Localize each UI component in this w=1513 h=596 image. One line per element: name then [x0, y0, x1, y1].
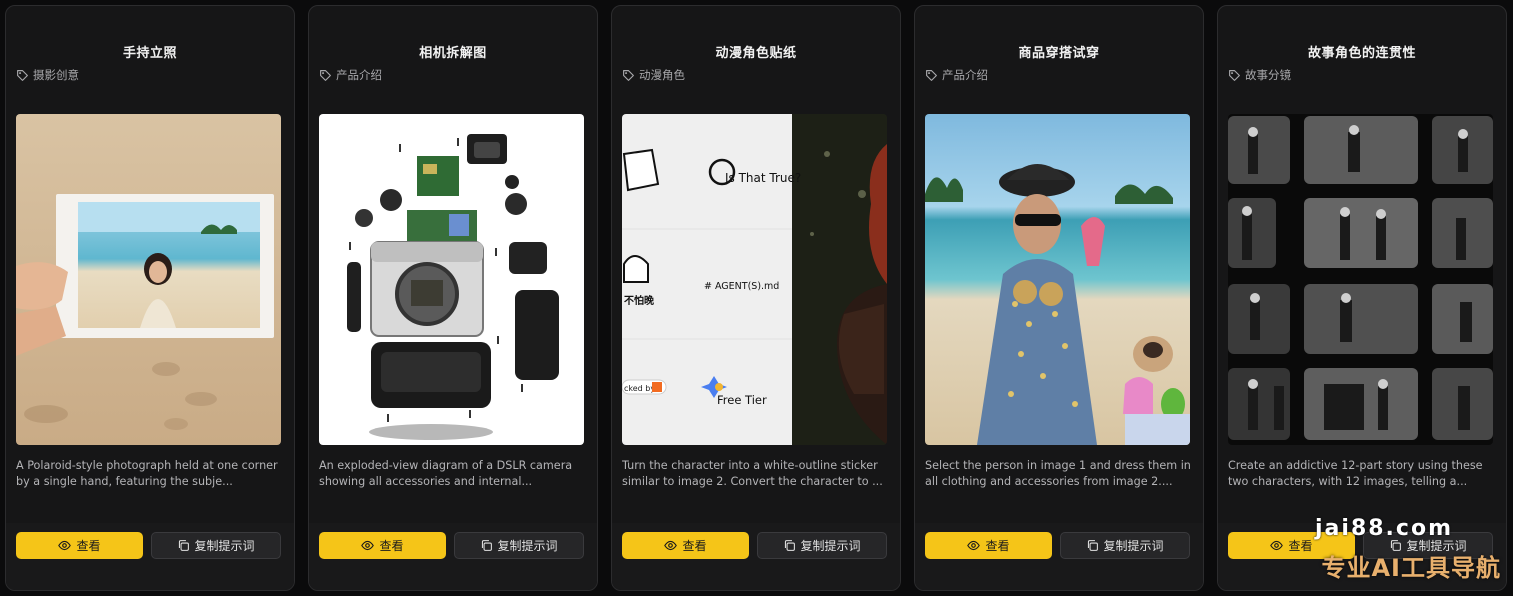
view-button[interactable]: 查看 [319, 532, 446, 559]
copy-icon [1391, 540, 1402, 551]
copy-icon [785, 540, 796, 551]
copy-icon [482, 540, 493, 551]
card-tag-label: 产品介绍 [942, 68, 988, 82]
copy-prompt-button[interactable]: 复制提示词 [757, 532, 887, 559]
copy-prompt-button[interactable]: 复制提示词 [454, 532, 584, 559]
view-button[interactable]: 查看 [1228, 532, 1355, 559]
card-tag-label: 故事分镜 [1245, 68, 1291, 82]
card-image-sticker-collage[interactable]: Is That True? 不怕晚 # AGENT(S).md cked by … [622, 114, 887, 445]
view-button-label: 查看 [76, 539, 101, 553]
card-grid: 手持立照 摄影创意 A Polaroid-style photograph he… [0, 0, 1513, 596]
prompt-card-camera-exploded[interactable]: 相机拆解图 产品介绍 An exploded-view diagram of a… [308, 5, 598, 591]
copy-prompt-button[interactable]: 复制提示词 [1060, 532, 1190, 559]
copy-button-label: 复制提示词 [497, 539, 558, 553]
card-image-outfit-beach[interactable] [925, 114, 1190, 445]
card-tag-label: 产品介绍 [336, 68, 382, 82]
eye-icon [664, 540, 678, 551]
card-description: A Polaroid-style photograph held at one … [16, 459, 278, 488]
tag-icon [1229, 69, 1240, 81]
sticker-text-bupawan: 不怕晚 [624, 294, 654, 307]
view-button[interactable]: 查看 [925, 532, 1052, 559]
view-button-label: 查看 [985, 539, 1010, 553]
card-image-polaroid-beach[interactable] [16, 114, 281, 445]
copy-button-label: 复制提示词 [800, 539, 861, 553]
copy-icon [179, 540, 190, 551]
view-button-label: 查看 [379, 539, 404, 553]
copy-button-label: 复制提示词 [1103, 539, 1164, 553]
card-image-camera-exploded[interactable] [319, 114, 584, 445]
card-description: Turn the character into a white-outline … [622, 459, 883, 488]
card-tag: 产品介绍 [319, 67, 382, 83]
card-tag-label: 摄影创意 [33, 68, 79, 82]
view-button[interactable]: 查看 [16, 532, 143, 559]
card-title: 相机拆解图 [419, 46, 487, 61]
card-description: An exploded-view diagram of a DSLR camer… [319, 459, 573, 488]
card-title: 商品穿搭试穿 [1018, 46, 1100, 61]
sticker-text-is-that-true: Is That True? [725, 171, 801, 185]
copy-button-label: 复制提示词 [1406, 539, 1467, 553]
card-title: 故事角色的连贯性 [1307, 46, 1416, 61]
prompt-card-outfit-tryon[interactable]: 商品穿搭试穿 产品介绍 Select the person in image 1… [914, 5, 1204, 591]
sticker-collage-image: Is That True? 不怕晚 # AGENT(S).md cked by … [622, 114, 887, 445]
tag-icon [17, 69, 28, 81]
eye-icon [361, 540, 375, 551]
card-description: Create an addictive 12-part story using … [1228, 459, 1483, 488]
prompt-card-handheld-polaroid[interactable]: 手持立照 摄影创意 A Polaroid-style photograph he… [5, 5, 295, 591]
eye-icon [967, 540, 981, 551]
card-title: 动漫角色贴纸 [715, 46, 797, 61]
view-button[interactable]: 查看 [622, 532, 749, 559]
card-tag: 故事分镜 [1228, 67, 1291, 83]
sticker-text-free-tier: Free Tier [717, 393, 767, 407]
copy-icon [1088, 540, 1099, 551]
card-image-storyboard-grid[interactable] [1228, 114, 1493, 445]
tag-icon [320, 69, 331, 81]
exploded-camera-image [319, 114, 584, 445]
storyboard-grid-image [1228, 114, 1493, 445]
polaroid-photo-image [16, 114, 281, 445]
view-button-label: 查看 [1288, 539, 1313, 553]
eye-icon [1270, 540, 1284, 551]
tag-icon [926, 69, 937, 81]
copy-button-label: 复制提示词 [194, 539, 255, 553]
copy-prompt-button[interactable]: 复制提示词 [1363, 532, 1493, 559]
view-button-label: 查看 [682, 539, 707, 553]
card-title: 手持立照 [122, 46, 177, 61]
card-tag: 摄影创意 [16, 67, 79, 83]
card-tag: 产品介绍 [925, 67, 988, 83]
card-tag-label: 动漫角色 [639, 68, 685, 82]
sticker-text-backed-by: cked by [624, 384, 655, 393]
outfit-tryon-image [925, 114, 1190, 445]
tag-icon [623, 69, 634, 81]
card-tag: 动漫角色 [622, 67, 685, 83]
prompt-card-anime-sticker[interactable]: 动漫角色贴纸 动漫角色 Is That True? 不怕晚 # AGENT(S)… [611, 5, 901, 591]
copy-prompt-button[interactable]: 复制提示词 [151, 532, 281, 559]
card-description: Select the person in image 1 and dress t… [925, 459, 1191, 488]
sticker-text-agents-md: # AGENT(S).md [704, 281, 779, 292]
prompt-card-story-continuity[interactable]: 故事角色的连贯性 故事分镜 Create an addictive 12-par… [1217, 5, 1507, 591]
eye-icon [58, 540, 72, 551]
